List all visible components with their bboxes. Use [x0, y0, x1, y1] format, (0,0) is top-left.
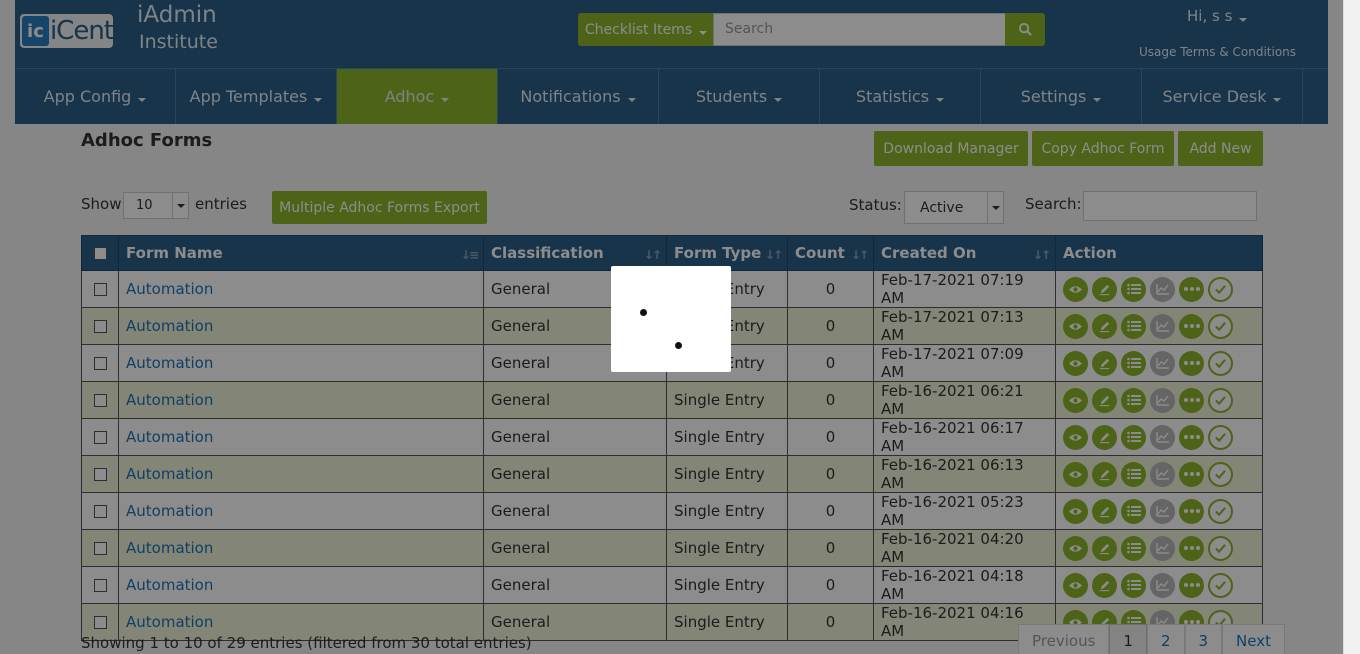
spinner-dot [640, 309, 647, 316]
spinner-dot [675, 342, 682, 349]
scrollbar[interactable] [1343, 0, 1360, 654]
loading-spinner [611, 266, 731, 372]
page: ic iCent iAdmin Institute Checklist Item… [0, 0, 1360, 654]
